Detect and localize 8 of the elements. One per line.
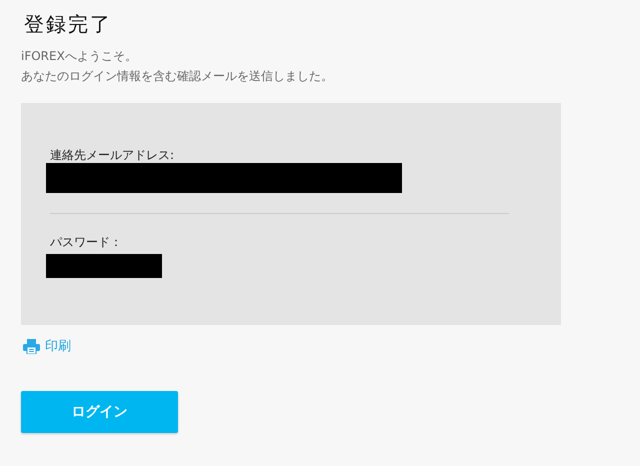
field-label: パスワード： bbox=[50, 234, 122, 250]
intro-text: iFOREXへようこそ。 bbox=[21, 48, 138, 65]
print-link[interactable]: 印刷 bbox=[23, 337, 71, 355]
login-button[interactable]: ログイン bbox=[21, 390, 178, 432]
page-title: 登録完了 bbox=[24, 11, 113, 38]
intro-text: あなたのログイン情報を含む確認メールを送信しました。 bbox=[21, 68, 334, 85]
field-label: 連絡先メールアドレス: bbox=[50, 147, 174, 163]
printer-icon bbox=[23, 338, 40, 354]
